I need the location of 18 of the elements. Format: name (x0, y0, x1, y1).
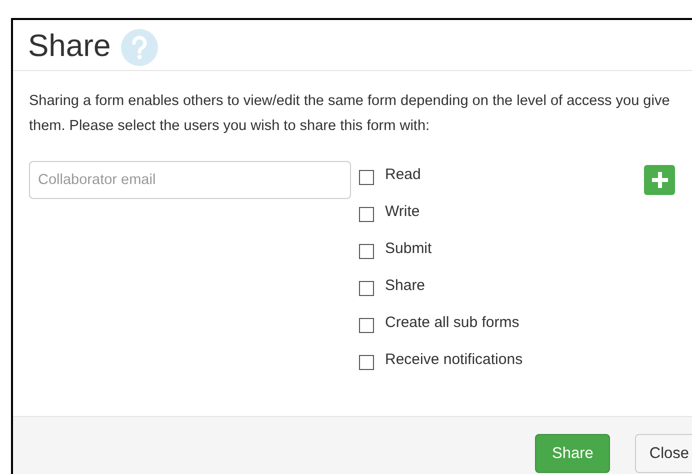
checkbox[interactable] (359, 207, 374, 222)
email-field[interactable]: Collaborator email (29, 161, 351, 199)
permission-label: Receive notifications (385, 350, 523, 370)
permission-label: Read (385, 165, 421, 185)
checkbox[interactable] (359, 244, 374, 259)
permission-label: Write (385, 202, 420, 222)
checkbox[interactable] (359, 318, 374, 333)
add-button[interactable] (644, 165, 675, 195)
permission-label: Submit (385, 239, 432, 259)
checkbox[interactable] (359, 281, 374, 296)
description-text: Sharing a form enables others to view/edit the same form depending on the level of access you give them. Please select the users you wish to share this form with: (29, 92, 671, 136)
close-button[interactable]: Close (635, 434, 692, 473)
permission-label: Share (385, 276, 426, 296)
dialog-title: Share (28, 30, 111, 60)
permission-label: Create all sub forms (385, 313, 520, 333)
checkbox[interactable] (359, 355, 374, 370)
checkbox[interactable] (359, 170, 374, 185)
plus-icon (650, 171, 668, 189)
